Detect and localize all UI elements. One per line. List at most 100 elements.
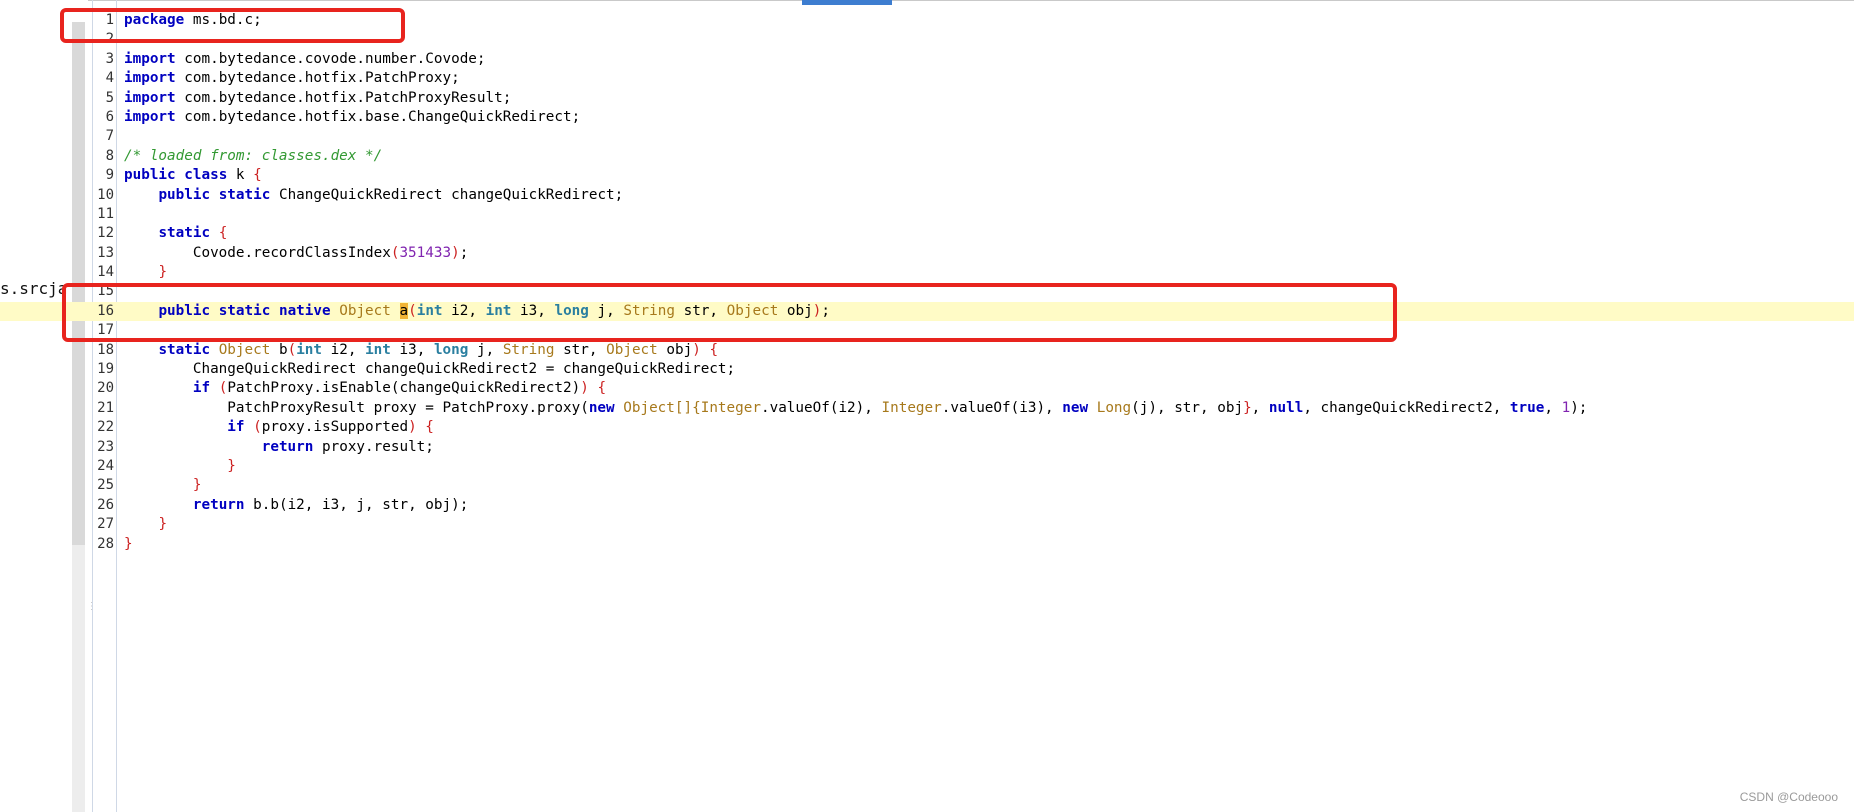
code-text[interactable]: } bbox=[124, 515, 167, 534]
code-token: return bbox=[261, 438, 314, 455]
code-text[interactable]: Covode.recordClassIndex(351433); bbox=[124, 244, 468, 263]
code-line[interactable]: 12 static { bbox=[0, 224, 1854, 243]
code-text[interactable]: public class k { bbox=[124, 166, 262, 185]
line-number: 23 bbox=[97, 438, 114, 455]
code-text[interactable]: ChangeQuickRedirect changeQuickRedirect2… bbox=[124, 360, 735, 379]
code-text[interactable]: import com.bytedance.hotfix.base.ChangeQ… bbox=[124, 108, 580, 127]
code-line[interactable]: 19 ChangeQuickRedirect changeQuickRedire… bbox=[0, 360, 1854, 379]
active-tab-indicator[interactable] bbox=[802, 0, 892, 5]
code-line[interactable]: 24 } bbox=[0, 457, 1854, 476]
code-token: , changeQuickRedirect2, bbox=[1303, 399, 1510, 416]
line-number: 6 bbox=[105, 108, 114, 125]
code-text[interactable]: } bbox=[124, 263, 167, 282]
code-text[interactable]: static { bbox=[124, 224, 227, 243]
code-text[interactable]: } bbox=[124, 476, 202, 495]
code-text[interactable]: } bbox=[124, 457, 236, 476]
code-line[interactable]: 13 Covode.recordClassIndex(351433); bbox=[0, 244, 1854, 263]
code-token: Object bbox=[218, 341, 271, 358]
code-text[interactable]: if (proxy.isSupported) { bbox=[124, 418, 434, 437]
code-line[interactable]: 10 public static ChangeQuickRedirect cha… bbox=[0, 186, 1854, 205]
code-line[interactable]: 21 PatchProxyResult proxy = PatchProxy.p… bbox=[0, 399, 1854, 418]
code-line[interactable]: 8 /* loaded from: classes.dex */ bbox=[0, 147, 1854, 166]
code-line[interactable]: 5 import com.bytedance.hotfix.PatchProxyR… bbox=[0, 89, 1854, 108]
line-number: 11 bbox=[97, 205, 114, 222]
code-line[interactable]: 25 } bbox=[0, 476, 1854, 495]
code-line[interactable]: 27 } bbox=[0, 515, 1854, 534]
code-line[interactable]: 20 if (PatchProxy.isEnable(changeQuickRe… bbox=[0, 379, 1854, 398]
code-token: str, bbox=[554, 341, 607, 358]
code-token: 1 bbox=[1561, 399, 1571, 416]
line-number: 24 bbox=[97, 457, 114, 474]
code-token: ) bbox=[451, 244, 460, 261]
code-line[interactable]: 14 } bbox=[0, 263, 1854, 282]
code-line[interactable]: 4 import com.bytedance.hotfix.PatchProxy; bbox=[0, 69, 1854, 88]
line-number: 12 bbox=[97, 225, 114, 242]
code-line[interactable]: 28} bbox=[0, 535, 1854, 554]
splitter-grip-icon[interactable]: ⋮ bbox=[87, 602, 97, 622]
code-token: } bbox=[158, 516, 168, 533]
line-number: 25 bbox=[97, 477, 114, 494]
line-number: 10 bbox=[97, 186, 114, 203]
code-text[interactable]: import com.bytedance.hotfix.PatchProxyRe… bbox=[124, 89, 511, 108]
code-token: ) bbox=[692, 341, 701, 358]
code-line[interactable]: 23 return proxy.result; bbox=[0, 438, 1854, 457]
code-text[interactable]: if (PatchProxy.isEnable(changeQuickRedir… bbox=[124, 379, 606, 398]
code-text[interactable]: import com.bytedance.covode.number.Covod… bbox=[124, 50, 486, 69]
code-token: import bbox=[124, 70, 176, 87]
code-token: j, bbox=[468, 341, 503, 358]
code-token: } bbox=[192, 477, 202, 494]
code-token: new bbox=[1062, 399, 1089, 416]
code-token: } bbox=[1243, 399, 1252, 416]
code-token: true bbox=[1509, 399, 1545, 416]
code-token: ( bbox=[287, 341, 297, 358]
code-token: } bbox=[124, 535, 133, 552]
code-text[interactable]: public static ChangeQuickRedirect change… bbox=[124, 186, 623, 205]
code-token: static bbox=[158, 225, 211, 242]
code-token: { bbox=[218, 225, 228, 242]
code-token: b bbox=[270, 341, 288, 358]
pane-splitter-lower[interactable] bbox=[72, 545, 85, 812]
line-number: 13 bbox=[97, 244, 114, 261]
code-line[interactable]: 7 bbox=[0, 127, 1854, 146]
code-token: i3, bbox=[390, 341, 434, 358]
code-text[interactable]: PatchProxyResult proxy = PatchProxy.prox… bbox=[124, 399, 1587, 418]
code-text[interactable]: return proxy.result; bbox=[124, 438, 434, 457]
code-token: static bbox=[218, 186, 271, 203]
code-text[interactable]: static Object b(int i2, int i3, long j, … bbox=[124, 341, 718, 360]
code-text[interactable]: /* loaded from: classes.dex */ bbox=[124, 147, 382, 166]
code-line[interactable]: 18 static Object b(int i2, int i3, long … bbox=[0, 341, 1854, 360]
code-token: String bbox=[502, 341, 555, 358]
code-text[interactable]: } bbox=[124, 535, 133, 554]
code-line[interactable]: 22 if (proxy.isSupported) { bbox=[0, 418, 1854, 437]
code-text[interactable]: return b.b(i2, i3, j, str, obj); bbox=[124, 496, 468, 515]
code-token: .valueOf(i3), bbox=[941, 399, 1063, 416]
line-number: 8 bbox=[105, 147, 114, 164]
code-token: Object[]{ bbox=[623, 399, 701, 416]
code-line[interactable]: 6 import com.bytedance.hotfix.base.Change… bbox=[0, 108, 1854, 127]
code-token: Object bbox=[606, 341, 658, 358]
code-line[interactable]: 9 public class k { bbox=[0, 166, 1854, 185]
line-number: 5 bbox=[105, 89, 114, 106]
code-token: , bbox=[1544, 399, 1562, 416]
code-line[interactable]: 26 return b.b(i2, i3, j, str, obj); bbox=[0, 496, 1854, 515]
code-token: ChangeQuickRedirect changeQuickRedirect; bbox=[270, 186, 624, 203]
code-token: PatchProxy.isEnable(changeQuickRedirect2… bbox=[227, 380, 581, 397]
code-line[interactable]: 11 bbox=[0, 205, 1854, 224]
code-token: ) bbox=[580, 380, 589, 397]
code-text[interactable]: import com.bytedance.hotfix.PatchProxy; bbox=[124, 69, 460, 88]
code-token: class bbox=[184, 167, 228, 184]
code-line[interactable]: 3 import com.bytedance.covode.number.Covo… bbox=[0, 50, 1854, 69]
code-token: return bbox=[192, 496, 245, 513]
